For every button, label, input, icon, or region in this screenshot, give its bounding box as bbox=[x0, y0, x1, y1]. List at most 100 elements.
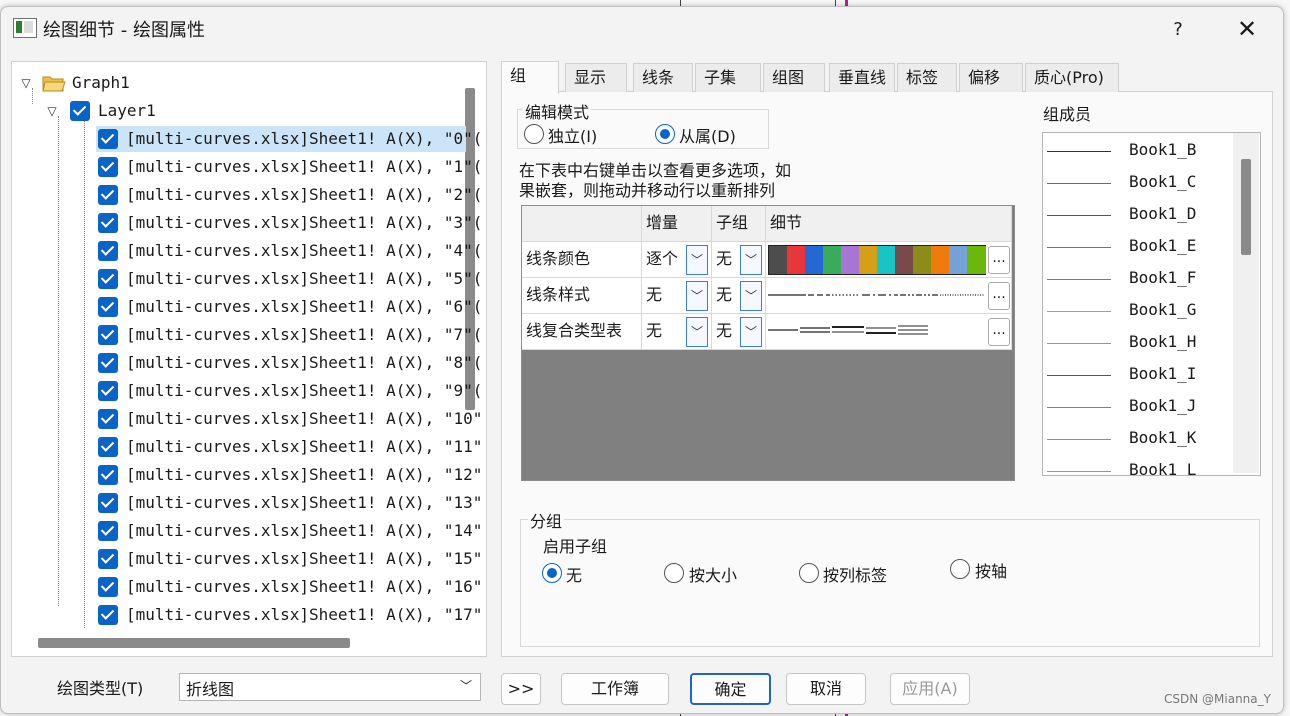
group-members-list[interactable]: Book1_B Book1_C Book1_D Book1_E Book1_F Book1… bbox=[1042, 132, 1261, 476]
tab-6[interactable]: 标签 bbox=[897, 63, 957, 92]
apply-button[interactable]: 应用(A) bbox=[890, 673, 970, 705]
tab-5[interactable]: 垂直线 bbox=[829, 63, 895, 92]
color-swatch bbox=[931, 246, 950, 274]
member-item[interactable]: Book1_F bbox=[1043, 263, 1243, 295]
member-item[interactable]: Book1_E bbox=[1043, 231, 1243, 263]
plot-checkbox[interactable] bbox=[98, 493, 118, 513]
increment-dropdown-button[interactable]: ﹀ bbox=[686, 245, 708, 275]
member-line-sample bbox=[1047, 439, 1111, 440]
plot-checkbox[interactable] bbox=[98, 129, 118, 149]
plot-checkbox[interactable] bbox=[98, 213, 118, 233]
plot-checkbox[interactable] bbox=[98, 185, 118, 205]
plot-item-label: [multi-curves.xlsx]Sheet1! A(X), "4"( bbox=[126, 241, 483, 260]
increment-dropdown-button[interactable]: ﹀ bbox=[686, 317, 708, 347]
compound-line-more-button[interactable]: ... bbox=[988, 318, 1010, 346]
cancel-button[interactable]: 取消 bbox=[786, 673, 866, 705]
plot-checkbox[interactable] bbox=[98, 269, 118, 289]
plot-tree-panel[interactable]: ▽ Graph1 ▽ Layer1 [multi-curves.xlsx]She… bbox=[11, 61, 487, 657]
plot-checkbox[interactable] bbox=[98, 437, 118, 457]
plot-checkbox[interactable] bbox=[98, 353, 118, 373]
plot-checkbox[interactable] bbox=[98, 577, 118, 597]
plot-checkbox[interactable] bbox=[98, 521, 118, 541]
plot-item-label: [multi-curves.xlsx]Sheet1! A(X), "16" bbox=[126, 577, 483, 596]
member-item[interactable]: Book1_J bbox=[1043, 391, 1243, 423]
member-item[interactable]: Book1_H bbox=[1043, 327, 1243, 359]
plot-checkbox[interactable] bbox=[98, 157, 118, 177]
dependent-label[interactable]: 从属(D) bbox=[679, 123, 736, 147]
plot-checkbox[interactable] bbox=[98, 381, 118, 401]
independent-label[interactable]: 独立(I) bbox=[548, 123, 597, 147]
title-bar[interactable]: 绘图细节 - 绘图属性 ? ✕ bbox=[1, 7, 1283, 51]
color-list-cell[interactable] bbox=[766, 242, 1012, 278]
member-label: Book1_H bbox=[1129, 332, 1197, 351]
subgroup-by-size-radio[interactable] bbox=[664, 563, 684, 583]
subgroup-by-column-label-label[interactable]: 按列标签 bbox=[823, 562, 887, 586]
expand-button[interactable]: >> bbox=[501, 673, 541, 705]
grid-header-detail: 细节 bbox=[766, 206, 1012, 242]
subgroup-by-size-label[interactable]: 按大小 bbox=[689, 562, 737, 586]
line-style-more-button[interactable]: ... bbox=[988, 282, 1010, 310]
tab-7[interactable]: 偏移 bbox=[959, 63, 1023, 92]
subgroup-dropdown-button[interactable]: ﹀ bbox=[740, 245, 762, 275]
ok-button[interactable]: 确定 bbox=[690, 673, 771, 705]
collapse-icon[interactable]: ▽ bbox=[18, 70, 34, 96]
plot-item-label: [multi-curves.xlsx]Sheet1! A(X), "13" bbox=[126, 493, 483, 512]
tab-0[interactable]: 组 bbox=[501, 61, 559, 94]
plot-checkbox[interactable] bbox=[98, 465, 118, 485]
subgroup-dropdown-button[interactable]: ﹀ bbox=[740, 281, 762, 311]
member-item[interactable]: Book1_I bbox=[1043, 359, 1243, 391]
plot-item-label: [multi-curves.xlsx]Sheet1! A(X), "7"( bbox=[126, 325, 483, 344]
member-item[interactable]: Book1_G bbox=[1043, 295, 1243, 327]
member-label: Book1_L bbox=[1129, 460, 1197, 476]
plot-checkbox[interactable] bbox=[98, 325, 118, 345]
member-item[interactable]: Book1_K bbox=[1043, 423, 1243, 455]
tree-plot-item[interactable]: [multi-curves.xlsx]Sheet1! A(X), "0"( bbox=[96, 126, 482, 152]
plot-checkbox[interactable] bbox=[98, 549, 118, 569]
tab-4[interactable]: 组图 bbox=[763, 63, 825, 92]
tab-3[interactable]: 子集 bbox=[695, 63, 761, 92]
subgroup-none-radio[interactable] bbox=[542, 563, 562, 583]
color-list-preview[interactable] bbox=[768, 245, 986, 275]
close-button[interactable]: ✕ bbox=[1227, 13, 1267, 45]
member-line-sample bbox=[1047, 471, 1111, 472]
subgroup-by-axis-label[interactable]: 按轴 bbox=[975, 558, 1007, 582]
color-swatch bbox=[967, 246, 986, 274]
member-item[interactable]: Book1_B bbox=[1043, 135, 1243, 167]
tab-1[interactable]: 显示 bbox=[565, 63, 627, 92]
member-label: Book1_C bbox=[1129, 172, 1197, 191]
member-item[interactable]: Book1_D bbox=[1043, 199, 1243, 231]
color-list-more-button[interactable]: ... bbox=[988, 246, 1010, 274]
app-window-icon bbox=[13, 18, 37, 38]
member-line-sample bbox=[1047, 151, 1111, 152]
subgroup-by-axis-radio[interactable] bbox=[950, 559, 970, 579]
subgroup-none-label[interactable]: 无 bbox=[566, 562, 582, 586]
tree-horizontal-scrollbar[interactable] bbox=[38, 638, 350, 648]
workbook-button[interactable]: 工作簿 bbox=[561, 673, 669, 705]
plot-checkbox[interactable] bbox=[98, 241, 118, 261]
layer-checkbox[interactable] bbox=[70, 101, 90, 121]
subgroup-by-column-label-radio[interactable] bbox=[799, 563, 819, 583]
member-item[interactable]: Book1_C bbox=[1043, 167, 1243, 199]
grid-row-name: 线条颜色 bbox=[522, 242, 642, 278]
increment-dropdown-button[interactable]: ﹀ bbox=[686, 281, 708, 311]
plot-checkbox[interactable] bbox=[98, 409, 118, 429]
tab-2[interactable]: 线条 bbox=[633, 63, 693, 92]
line-style-list-cell[interactable] bbox=[766, 278, 1012, 314]
plot-type-select[interactable]: 折线图 ﹀ bbox=[179, 673, 481, 701]
member-item[interactable]: Book1_L bbox=[1043, 455, 1243, 476]
plot-checkbox[interactable] bbox=[98, 605, 118, 625]
tree-guide-line bbox=[58, 116, 59, 606]
dependent-radio[interactable] bbox=[655, 124, 675, 144]
tab-8[interactable]: 质心(Pro) bbox=[1025, 63, 1119, 92]
independent-radio[interactable] bbox=[524, 124, 544, 144]
collapse-icon[interactable]: ▽ bbox=[44, 98, 60, 124]
help-button[interactable]: ? bbox=[1161, 15, 1195, 45]
chevron-down-icon: ﹀ bbox=[460, 679, 473, 693]
plot-checkbox[interactable] bbox=[98, 297, 118, 317]
compound-line-list-cell[interactable] bbox=[766, 314, 1012, 350]
subgroup-dropdown-button[interactable]: ﹀ bbox=[740, 317, 762, 347]
group-settings-grid[interactable]: 增量 子组 细节 线条颜色 逐个 ﹀ 无 ﹀ ... 线条样式 无 ﹀ 无 ﹀ bbox=[521, 205, 1015, 481]
color-swatch bbox=[913, 246, 932, 274]
plot-item-label: [multi-curves.xlsx]Sheet1! A(X), "15" bbox=[126, 549, 483, 568]
members-scrollbar[interactable] bbox=[1241, 159, 1251, 255]
